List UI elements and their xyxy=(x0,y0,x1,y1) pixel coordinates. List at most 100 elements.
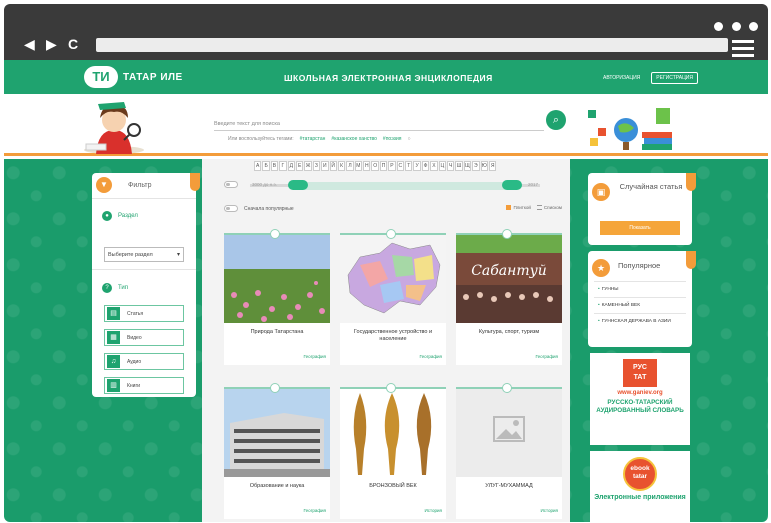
ebook-text: Электронные приложения xyxy=(594,494,686,501)
ebook-banner[interactable]: ebook tatar Электронные приложения xyxy=(590,451,690,522)
grid-icon xyxy=(506,205,512,211)
auth-links: АВТОРИЗАЦИЯ РЕГИСТРАЦИЯ xyxy=(598,72,698,84)
help-icon: ? xyxy=(102,283,112,293)
forward-arrow-icon[interactable]: ▶ xyxy=(46,36,57,52)
alphabet-letter[interactable]: Ю xyxy=(480,161,488,171)
alphabet-letter[interactable]: Э xyxy=(472,161,480,171)
alphabet-letter[interactable]: Н xyxy=(363,161,371,171)
section-icon: ● xyxy=(102,211,112,221)
hamburger-menu-icon[interactable] xyxy=(732,40,754,61)
popular-first-toggle[interactable] xyxy=(224,205,238,212)
alphabet-letter[interactable]: А xyxy=(254,161,262,171)
chevron-down-icon: ▾ xyxy=(176,252,180,258)
article-card[interactable]: УЛУГ-МУХАММАД История xyxy=(456,383,562,519)
section-select[interactable]: Выберите раздел ▾ xyxy=(104,247,184,262)
site-title: ШКОЛЬНАЯ ЭЛЕКТРОННАЯ ЭНЦИКЛОПЕДИЯ xyxy=(284,73,493,83)
alphabet-letter[interactable]: Ш xyxy=(455,161,463,171)
site-logo[interactable]: ТИ ТАТАР ИЛЕ xyxy=(84,66,183,88)
alphabet-letter[interactable]: Щ xyxy=(463,161,472,171)
bookmark-flag-icon xyxy=(190,173,200,191)
alphabet-letter[interactable]: М xyxy=(354,161,363,171)
section-select-value: Выберите раздел xyxy=(108,252,153,258)
alphabet-letter[interactable]: Ц xyxy=(438,161,446,171)
alphabet-letter[interactable]: Е xyxy=(295,161,304,171)
login-link[interactable]: АВТОРИЗАЦИЯ xyxy=(598,72,645,84)
search-tag[interactable]: #татарстан xyxy=(300,136,326,142)
alphabet-letter[interactable]: Ч xyxy=(446,161,455,171)
dictionary-site: www.ganiev.org xyxy=(617,390,663,396)
article-card[interactable]: Природа Татарстана География xyxy=(224,229,330,365)
card-tag[interactable]: География xyxy=(304,354,326,359)
article-card[interactable]: БРОНЗОВЫЙ ВЕК История xyxy=(340,383,446,519)
card-tag[interactable]: История xyxy=(541,508,558,513)
alphabet-letter[interactable]: Х xyxy=(430,161,438,171)
site-header: ТИ ТАТАР ИЛЕ ШКОЛЬНАЯ ЭЛЕКТРОННАЯ ЭНЦИКЛ… xyxy=(4,60,768,94)
type-article-button[interactable]: ▤ Статья xyxy=(104,305,184,322)
card-tag[interactable]: География xyxy=(536,354,558,359)
dictionary-banner[interactable]: РУС ТАТ www.ganiev.org РУССКО-ТАТАРСКИЙ … xyxy=(590,353,690,445)
filter-panel: ▼ Фильтр ● Раздел Выберите раздел ▾ ? Ти… xyxy=(92,173,200,397)
filter-title: Фильтр xyxy=(128,182,152,189)
alphabet-letter[interactable]: К xyxy=(337,161,346,171)
card-tag[interactable]: История xyxy=(425,508,442,513)
random-show-button[interactable]: Показать xyxy=(600,221,680,235)
book-icon: ▥ xyxy=(107,379,120,392)
type-books-button[interactable]: ▥ Книги xyxy=(104,377,184,394)
alphabet-letter[interactable]: Р xyxy=(388,161,396,171)
alphabet-letter[interactable]: О xyxy=(371,161,379,171)
alphabet-letter[interactable]: Л xyxy=(346,161,354,171)
alphabet-letter[interactable]: С xyxy=(396,161,405,171)
type-video-label: Видео xyxy=(127,335,142,341)
alphabet-letter[interactable]: В xyxy=(270,161,279,171)
ebook-tatar-logo: ebook tatar xyxy=(623,457,657,491)
article-card[interactable]: Образование и наука География xyxy=(224,383,330,519)
tags-refresh-icon[interactable]: ○ xyxy=(407,136,410,142)
alphabet-letter[interactable]: Ж xyxy=(304,161,312,171)
list-view-option[interactable]: Списком xyxy=(536,205,562,211)
dictionary-text: РУССКО-ТАТАРСКИЙ АУДИРОВАННЫЙ СЛОВАРЬ xyxy=(596,399,684,414)
search-input[interactable]: Введите текст для поиска xyxy=(214,118,544,131)
year-slider-handle-to[interactable] xyxy=(502,180,522,190)
tile-view-option[interactable]: Плиткой xyxy=(506,205,531,211)
reload-icon[interactable]: C xyxy=(68,36,78,52)
article-card[interactable]: Сабантуй Культура, спорт, туризм Географ… xyxy=(456,229,562,365)
search-band: Введите текст для поиска ⌕ Или воспользу… xyxy=(4,94,768,156)
alphabet-letter[interactable]: Г xyxy=(279,161,287,171)
register-button[interactable]: РЕГИСТРАЦИЯ xyxy=(651,72,698,84)
search-icon[interactable]: ⌕ xyxy=(546,110,566,130)
year-slider-handle-from[interactable] xyxy=(288,180,308,190)
article-card[interactable]: Государственное устройство и население Г… xyxy=(340,229,446,365)
alphabet-letter[interactable]: Д xyxy=(287,161,295,171)
type-audio-button[interactable]: ♫ Аудио xyxy=(104,353,184,370)
alphabet-letter[interactable]: З xyxy=(312,161,321,171)
back-arrow-icon[interactable]: ◀ xyxy=(24,36,35,52)
alphabet-letter[interactable]: Б xyxy=(262,161,270,171)
card-title: Образование и наука xyxy=(249,483,305,489)
year-filter-toggle[interactable] xyxy=(224,181,238,188)
search-tag[interactable]: #поэзия xyxy=(383,136,402,142)
type-audio-label: Аудио xyxy=(127,359,142,365)
alphabet-letter[interactable]: Й xyxy=(329,161,337,171)
alphabet-letter[interactable]: П xyxy=(379,161,388,171)
address-bar[interactable] xyxy=(96,38,728,52)
year-to: 2017 xyxy=(528,182,539,187)
alphabet-letter[interactable]: Т xyxy=(405,161,413,171)
card-tag[interactable]: География xyxy=(304,508,326,513)
alphabet-letter[interactable]: И xyxy=(321,161,329,171)
divider xyxy=(594,297,686,298)
divider xyxy=(594,281,686,282)
more-dots-icon[interactable] xyxy=(714,22,758,31)
rus-tat-logo-text: РУС ТАТ xyxy=(633,364,647,381)
card-tag[interactable]: География xyxy=(420,354,442,359)
alphabet-letter[interactable]: Ф xyxy=(421,161,430,171)
popular-item[interactable]: КАМЕННЫЙ ВЕК xyxy=(598,303,684,309)
popular-item[interactable]: ГУННСКАЯ ДЕРЖАВА В АЗИИ xyxy=(598,319,684,325)
type-video-button[interactable]: ▦ Видео xyxy=(104,329,184,346)
popular-item[interactable]: ГУННЫ xyxy=(598,287,684,293)
search-tag[interactable]: #казанское ханство xyxy=(331,136,377,142)
card-title: Государственное устройство и население xyxy=(353,329,433,342)
sabantuy-text: Сабантуй xyxy=(471,263,547,279)
alphabet-letter[interactable]: Я xyxy=(488,161,497,171)
alphabet-letter[interactable]: У xyxy=(413,161,421,171)
tile-view-label: Плиткой xyxy=(513,205,531,210)
